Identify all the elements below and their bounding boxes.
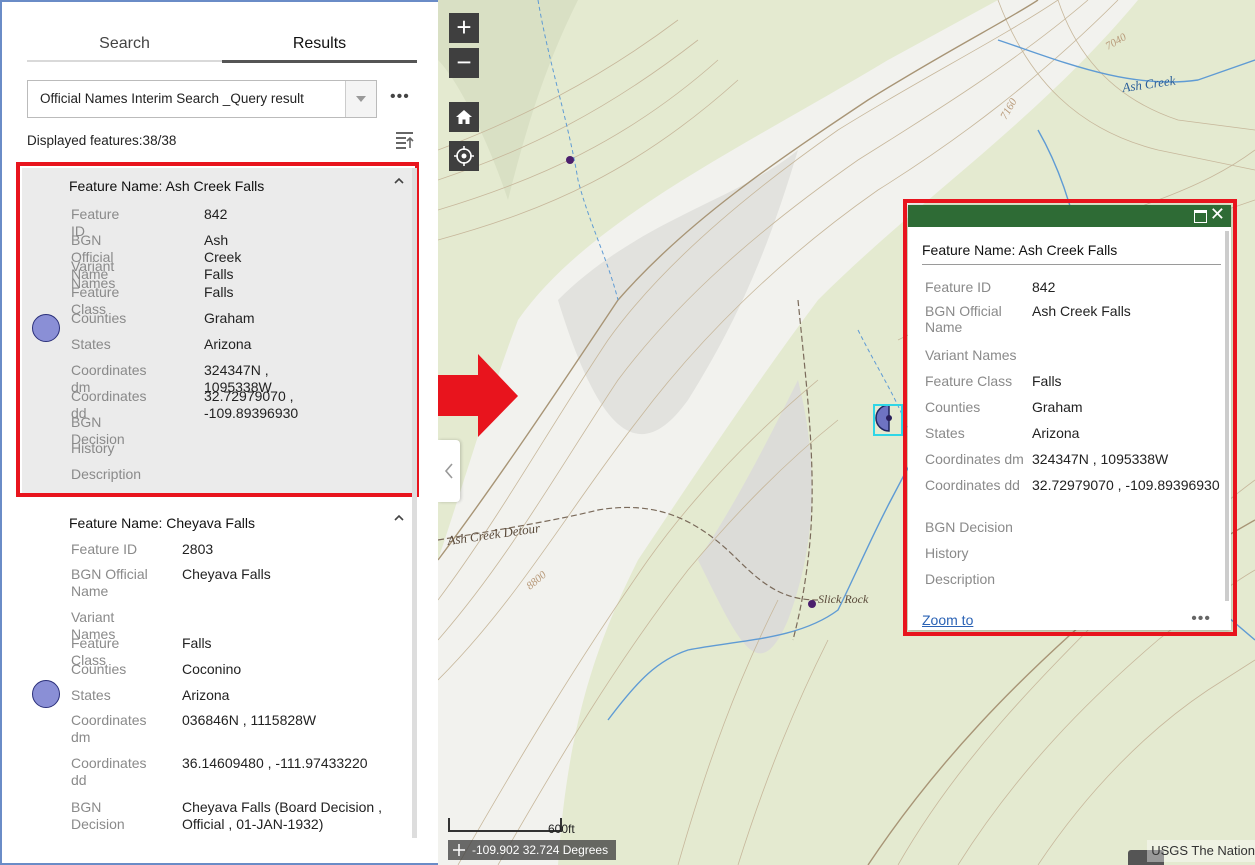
locate-icon	[454, 146, 474, 166]
scale-bar	[448, 818, 562, 832]
tab-results[interactable]: Results	[222, 30, 417, 63]
map-label-slick-rock: Slick Rock	[818, 592, 869, 606]
scale-label: 600ft	[548, 822, 575, 836]
collapse-panel-button[interactable]	[438, 440, 460, 502]
highlight-box	[903, 199, 1237, 636]
chevron-up-icon[interactable]	[394, 513, 404, 523]
results-panel: Search Results Official Names Interim Se…	[0, 0, 438, 865]
displayed-features-count: Displayed features:38/38	[27, 133, 177, 148]
coordinate-text: -109.902 32.724 Degrees	[472, 843, 609, 857]
home-button[interactable]	[449, 102, 479, 132]
crosshair-icon[interactable]	[453, 844, 465, 856]
map-view[interactable]: Ash Creek Ash Creek Detour Slick Rock 88…	[438, 0, 1255, 865]
coordinate-readout: -109.902 32.724 Degrees	[448, 840, 617, 860]
sort-icon[interactable]	[396, 130, 414, 150]
zoom-out-button[interactable]: −	[449, 48, 479, 78]
highlight-box	[16, 162, 419, 497]
map-attribution: USGS The Nation	[1147, 840, 1255, 862]
locate-button[interactable]	[449, 141, 479, 171]
panel-scrollbar[interactable]	[412, 168, 417, 838]
record-title: Feature Name: Cheyava Falls	[69, 515, 255, 531]
chevron-left-icon	[444, 463, 453, 479]
tab-search[interactable]: Search	[27, 30, 222, 62]
selected-feature-outline	[873, 404, 903, 436]
zoom-in-button[interactable]: +	[449, 13, 479, 43]
layer-select[interactable]: Official Names Interim Search _Query res…	[27, 80, 377, 118]
home-icon	[456, 110, 472, 124]
more-options-button[interactable]: •••	[390, 88, 410, 106]
layer-select-value: Official Names Interim Search _Query res…	[40, 91, 304, 106]
feature-symbol-icon	[32, 680, 60, 708]
dropdown-arrow-icon[interactable]	[345, 81, 376, 117]
panel-tabs: Search Results	[27, 30, 417, 63]
result-record[interactable]: Feature Name: Cheyava Falls Feature ID 28…	[22, 505, 414, 840]
